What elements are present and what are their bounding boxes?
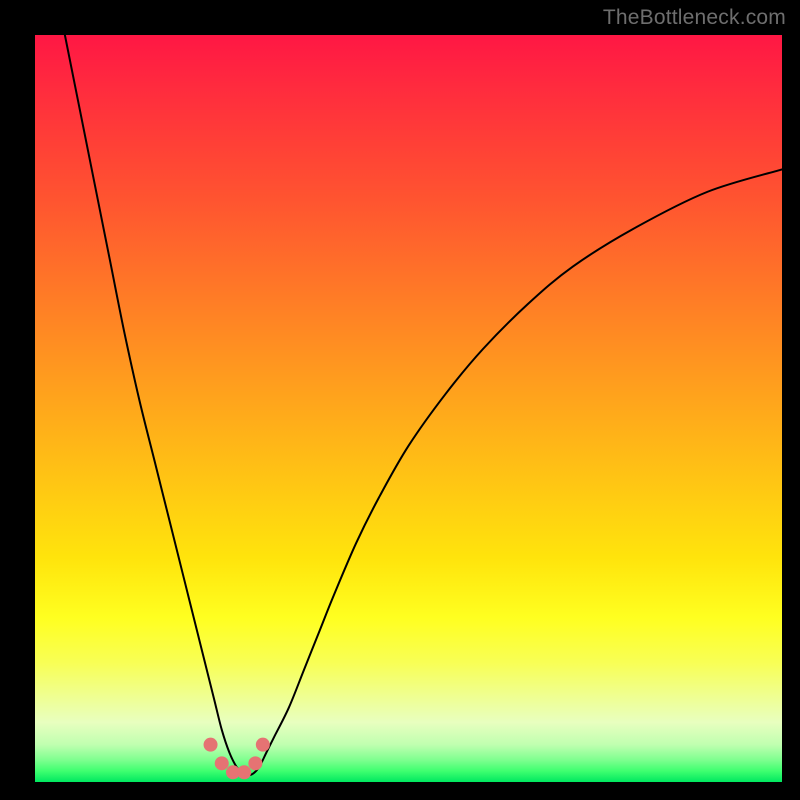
marker-dot [215, 756, 229, 770]
marker-dot [248, 756, 262, 770]
plot-area [35, 35, 782, 782]
chart-overlay [35, 35, 782, 782]
bottleneck-curve [65, 35, 782, 775]
marker-dot [237, 765, 251, 779]
marker-dot [204, 738, 218, 752]
curve-markers [204, 738, 270, 780]
marker-dot [256, 738, 270, 752]
watermark-text: TheBottleneck.com [603, 6, 786, 30]
chart-frame: TheBottleneck.com [0, 0, 800, 800]
